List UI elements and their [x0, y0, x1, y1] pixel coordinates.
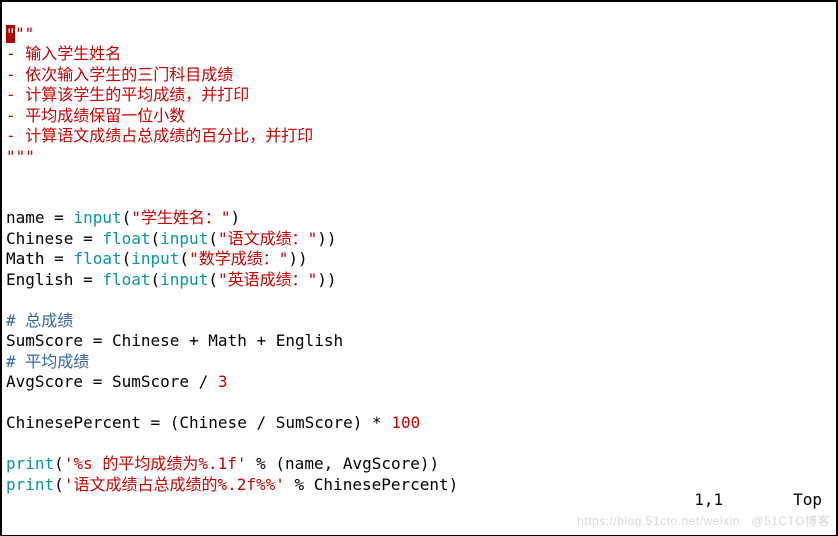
lparen: ( — [122, 249, 132, 268]
builtin-input: input — [73, 208, 121, 227]
text-cursor: " — [6, 25, 15, 43]
var-english: English — [6, 270, 73, 289]
string-literal: '%s 的平均成绩为%.1f' — [64, 454, 247, 473]
lparen: ( — [208, 270, 218, 289]
rparen: ) — [317, 270, 327, 289]
rparen: ) — [288, 249, 298, 268]
builtin-input: input — [160, 270, 208, 289]
vim-editor[interactable]: """ - 输入学生姓名 - 依次输入学生的三门科目成绩 - 计算该学生的平均成… — [0, 0, 838, 536]
scroll-indicator: Top — [793, 490, 822, 511]
lparen: ( — [151, 270, 161, 289]
rparen: ) — [317, 229, 327, 248]
lparen: ( — [151, 229, 161, 248]
comment-sum: # 总成绩 — [6, 311, 73, 330]
lparen: ( — [179, 249, 189, 268]
string-literal: "英语成绩：" — [218, 270, 317, 289]
print-rest: % ChinesePercent) — [285, 475, 458, 494]
doc-line: - 计算该学生的平均成绩，并打印 — [6, 85, 249, 104]
builtin-float: float — [73, 249, 121, 268]
builtin-input: input — [160, 229, 208, 248]
doc-line: - 依次输入学生的三门科目成绩 — [6, 65, 233, 84]
builtin-print: print — [6, 454, 54, 473]
doc-line: - 计算语文成绩占总成绩的百分比，并打印 — [6, 126, 313, 145]
var-chinese: Chinese — [6, 229, 73, 248]
lparen: ( — [54, 475, 64, 494]
var-math: Math — [6, 249, 45, 268]
builtin-print: print — [6, 475, 54, 494]
string-literal: "学生姓名：" — [131, 208, 230, 227]
rparen: ) — [231, 208, 241, 227]
vim-status-bar: 1,1 Top — [656, 470, 828, 532]
builtin-input: input — [131, 249, 179, 268]
string-literal: "数学成绩：" — [189, 249, 288, 268]
builtin-float: float — [102, 229, 150, 248]
rparen: ) — [327, 229, 337, 248]
doc-line: - 平均成绩保留一位小数 — [6, 106, 185, 125]
eq: = — [73, 270, 102, 289]
string-literal: '语文成绩占总成绩的%.2f%%' — [64, 475, 285, 494]
print-rest: % (name, AvgScore)) — [247, 454, 440, 473]
docstring-open: "" — [15, 24, 34, 43]
lparen: ( — [122, 208, 132, 227]
var-name: name — [6, 208, 45, 227]
builtin-float: float — [102, 270, 150, 289]
docstring-close: """ — [6, 147, 35, 166]
lparen: ( — [208, 229, 218, 248]
number-literal: 100 — [391, 413, 420, 432]
avg-left: AvgScore = SumScore / — [6, 372, 218, 391]
rparen: ) — [327, 270, 337, 289]
string-literal: "语文成绩：" — [218, 229, 317, 248]
eq: = — [73, 229, 102, 248]
eq: = — [45, 208, 74, 227]
comment-avg: # 平均成绩 — [6, 352, 89, 371]
cursor-position: 1,1 — [694, 490, 723, 511]
rparen: ) — [298, 249, 308, 268]
pct-line: ChinesePercent = (Chinese / SumScore) * — [6, 413, 391, 432]
number-literal: 3 — [218, 372, 228, 391]
eq: = — [45, 249, 74, 268]
sum-line: SumScore = Chinese + Math + English — [6, 331, 343, 350]
doc-line: - 输入学生姓名 — [6, 44, 121, 63]
lparen: ( — [54, 454, 64, 473]
